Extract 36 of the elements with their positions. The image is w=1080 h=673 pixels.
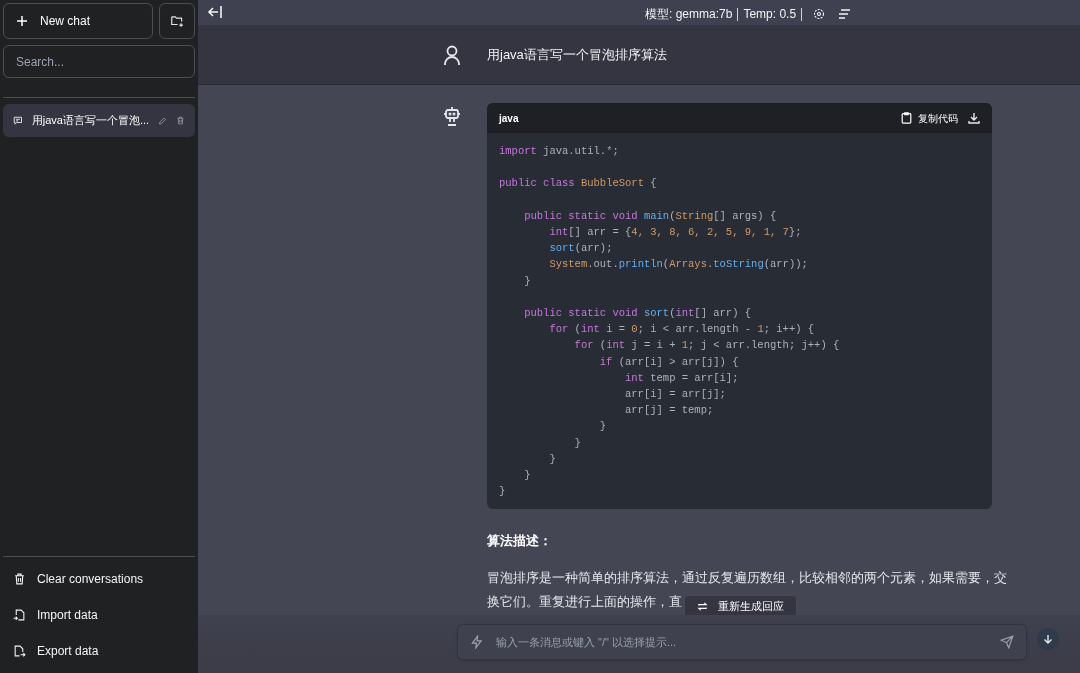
plus-icon: [16, 15, 28, 27]
sidebar-action[interactable]: Export data: [3, 633, 195, 669]
file-export-icon: [13, 644, 26, 658]
input-bar[interactable]: 输入一条消息或键入 "/" 以选择提示...: [457, 624, 1027, 660]
message-input[interactable]: 输入一条消息或键入 "/" 以选择提示...: [496, 633, 988, 651]
send-icon[interactable]: [1000, 635, 1014, 649]
answer-text-line: 冒泡排序是一种简单的排序算法，通过反复遍历数组，比较相邻的两个元素，如果需要，交: [487, 570, 1007, 588]
code-language: java: [499, 111, 520, 126]
user-message: 用java语言写一个冒泡排序算法: [198, 25, 1080, 85]
download-icon[interactable]: [968, 112, 980, 124]
regenerate-button[interactable]: 重新生成回应: [684, 595, 797, 615]
chat-bubble-icon: [13, 114, 23, 127]
conversation-item[interactable]: 用java语言写一个冒泡...: [3, 104, 195, 137]
new-folder-button[interactable]: [159, 3, 195, 39]
trash-icon[interactable]: [176, 114, 185, 127]
copy-code-button[interactable]: 复制代码: [901, 110, 958, 126]
robot-icon: [443, 106, 461, 126]
collapse-sidebar-icon[interactable]: [207, 5, 223, 19]
scroll-down-button[interactable]: [1037, 628, 1059, 650]
temperature-label: Temp: 0.5: [743, 6, 797, 23]
answer-text-line: 换它们。重复进行上面的操作，直: [487, 594, 682, 612]
menu-icon[interactable]: [838, 9, 851, 19]
lightning-icon: [470, 635, 484, 649]
section-heading: 算法描述：: [487, 532, 552, 551]
user-icon: [443, 44, 461, 65]
refresh-icon: [697, 600, 708, 612]
clipboard-icon: [901, 112, 912, 124]
sidebar-action[interactable]: Import data: [3, 597, 195, 633]
file-import-icon: [13, 608, 26, 622]
folder-plus-icon: [170, 14, 184, 28]
model-label: 模型: gemma:7b: [645, 6, 733, 23]
new-chat-button[interactable]: New chat: [3, 3, 153, 39]
code-text: import java.util.*; public class BubbleSort { public static void main(String[] args) { int[] arr = {4, 3, 8, 6, 2, 5, 9, 1, 7}; sort(arr); System.out.println(Arrays.toString(arr)); } public static void sort(int[] arr) { for (int i = 0; i < arr.length - 1; i++) { for (int j = i + 1; j < arr.length; j++) { if (arr[i] > arr[j]) { int temp = arr[i]; arr[i] = arr[j]; arr[j] = temp; } } } } }: [498, 144, 841, 500]
trash-icon: [13, 572, 26, 586]
sidebar-action[interactable]: Clear conversations: [3, 561, 195, 597]
arrow-down-icon: [1043, 634, 1053, 644]
